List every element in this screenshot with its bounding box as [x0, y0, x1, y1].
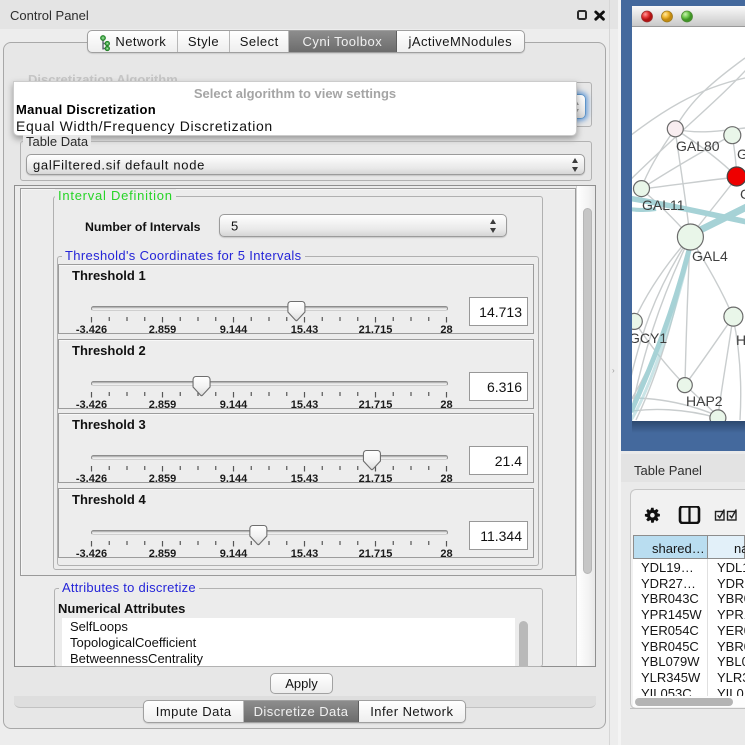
svg-text:GAL11: GAL11 — [642, 197, 685, 213]
svg-text:C: C — [740, 186, 745, 202]
svg-text:H: H — [736, 332, 745, 348]
svg-text:G: G — [737, 146, 745, 162]
svg-text:GAL4: GAL4 — [692, 248, 728, 264]
svg-text:GAL80: GAL80 — [676, 138, 720, 154]
svg-text:HAP2: HAP2 — [686, 393, 723, 409]
svg-text:GCY1: GCY1 — [632, 330, 667, 346]
